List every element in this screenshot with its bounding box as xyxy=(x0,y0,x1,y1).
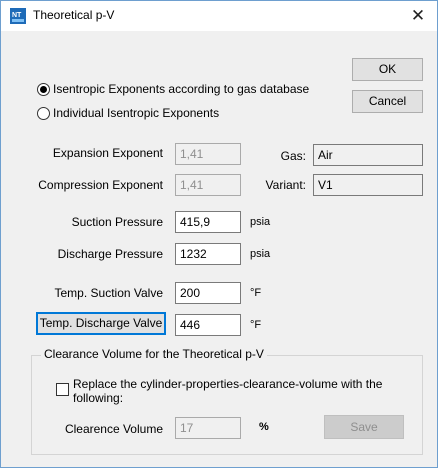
compression-exponent-field: 1,41 xyxy=(175,174,241,196)
window-title: Theoretical p-V xyxy=(33,8,115,22)
temp-discharge-valve-button[interactable]: Temp. Discharge Valve xyxy=(36,312,166,335)
variant-label: Variant: xyxy=(265,178,306,192)
close-icon[interactable]: ✕ xyxy=(405,3,431,29)
ok-button[interactable]: OK xyxy=(352,58,423,81)
clearance-volume-field: 17 xyxy=(175,417,241,439)
temp-discharge-valve-unit: °F xyxy=(250,319,262,331)
svg-text:NT: NT xyxy=(12,12,22,19)
discharge-pressure-input[interactable]: 1232 xyxy=(175,243,241,265)
radio-individual-exponents[interactable] xyxy=(37,107,50,120)
radio-gas-database[interactable] xyxy=(37,83,50,96)
clearance-volume-group xyxy=(31,355,423,455)
dialog-window: NT Theoretical p-V ✕ Isentropic Exponent… xyxy=(0,0,438,468)
gas-label: Gas: xyxy=(280,149,306,163)
discharge-pressure-unit: psia xyxy=(250,248,271,260)
gas-field: Air xyxy=(313,144,423,166)
cancel-button[interactable]: Cancel xyxy=(352,90,423,113)
title-bar[interactable]: NT Theoretical p-V ✕ xyxy=(1,1,437,31)
variant-field: V1 xyxy=(313,174,423,196)
app-icon: NT xyxy=(10,8,26,24)
save-button[interactable]: Save xyxy=(324,415,404,439)
compression-exponent-label: Compression Exponent xyxy=(38,178,163,192)
temp-suction-valve-unit: °F xyxy=(250,287,262,299)
replace-clearance-checkbox[interactable] xyxy=(56,383,69,396)
replace-clearance-label-line1[interactable]: Replace the cylinder-properties-clearanc… xyxy=(73,377,382,391)
suction-pressure-unit: psia xyxy=(250,216,271,228)
radio-individual-exponents-label[interactable]: Individual Isentropic Exponents xyxy=(53,106,219,120)
discharge-pressure-label: Discharge Pressure xyxy=(57,247,163,261)
radio-selected-dot xyxy=(40,86,47,93)
replace-clearance-label-line2[interactable]: following: xyxy=(73,391,123,405)
expansion-exponent-label: Expansion Exponent xyxy=(52,146,163,160)
clearance-volume-unit: % xyxy=(259,421,269,433)
clearance-group-title: Clearance Volume for the Theoretical p-V xyxy=(41,347,267,361)
clearance-volume-label: Clearence Volume xyxy=(64,422,163,436)
suction-pressure-input[interactable]: 415,9 xyxy=(175,211,241,233)
temp-suction-valve-label: Temp. Suction Valve xyxy=(54,286,164,300)
temp-suction-valve-input[interactable]: 200 xyxy=(175,282,241,304)
suction-pressure-label: Suction Pressure xyxy=(71,215,163,229)
expansion-exponent-field: 1,41 xyxy=(175,143,241,165)
temp-discharge-valve-input[interactable]: 446 xyxy=(175,314,241,336)
radio-gas-database-label[interactable]: Isentropic Exponents according to gas da… xyxy=(53,82,309,96)
